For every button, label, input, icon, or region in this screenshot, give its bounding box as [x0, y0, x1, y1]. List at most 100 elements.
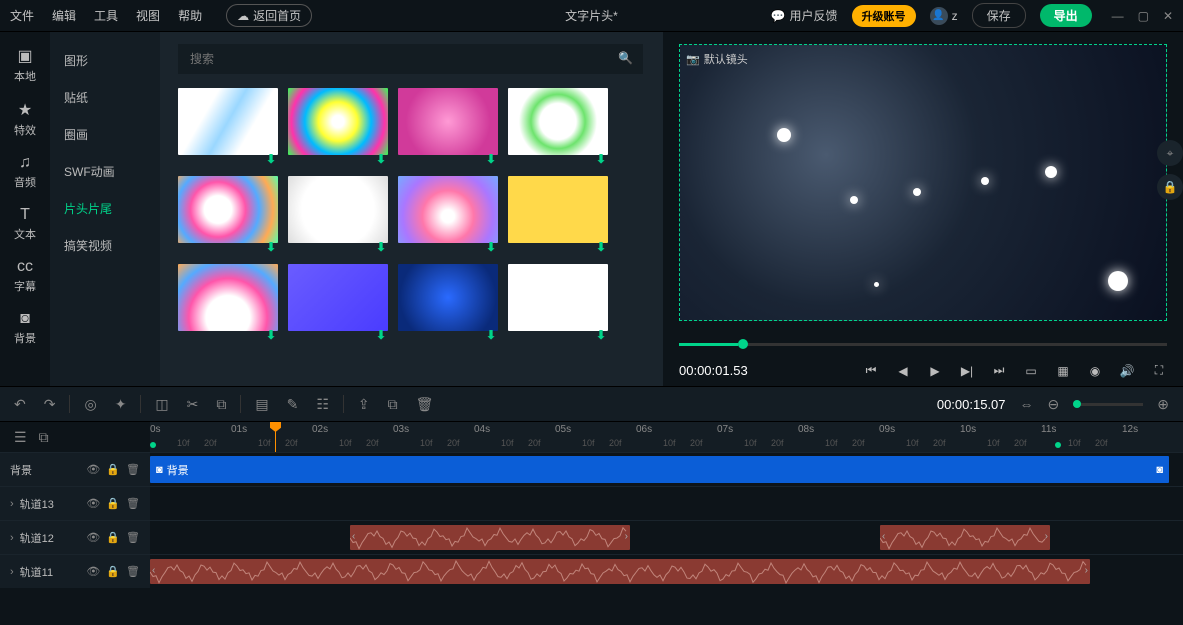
layers-icon[interactable]: ☷ — [316, 396, 329, 413]
asset-thumb[interactable]: ⬇ — [178, 264, 278, 342]
time-ruler[interactable]: 0s10f20f01s10f20f02s10f20f03s10f20f04s10… — [150, 422, 1183, 452]
download-icon[interactable]: ⬇ — [596, 152, 606, 166]
undo-icon[interactable]: ↶ — [14, 396, 26, 413]
lock-icon[interactable]: 🔒 — [106, 463, 120, 476]
trash-icon[interactable]: 🗑 — [126, 531, 140, 544]
next-frame-icon[interactable]: ⏭ — [991, 363, 1007, 378]
home-button[interactable]: ☁ 返回首页 — [226, 4, 312, 27]
visibility-icon[interactable]: 👁 — [86, 463, 100, 476]
preview-canvas[interactable]: 📷 默认镜头 — [679, 44, 1167, 321]
fullscreen-icon[interactable]: ⛶ — [1151, 363, 1167, 378]
track-label[interactable]: 背景👁🔒🗑 — [0, 453, 150, 486]
search-input[interactable] — [178, 44, 643, 74]
minimize-icon[interactable]: — — [1112, 9, 1124, 23]
asset-thumb[interactable]: ⬇ — [398, 264, 498, 342]
download-icon[interactable]: ⬇ — [486, 152, 496, 166]
feedback-link[interactable]: 💬 用户反馈 — [771, 7, 838, 24]
track-label[interactable]: ›轨道11👁🔒🗑 — [0, 555, 150, 588]
zoom-knob[interactable] — [1073, 400, 1081, 408]
audio-clip[interactable]: ‹› — [350, 525, 630, 550]
preview-scrubber[interactable] — [679, 335, 1167, 353]
visibility-icon[interactable]: 👁 — [86, 531, 100, 544]
menu-file[interactable]: 文件 — [10, 7, 34, 24]
select-icon[interactable]: ◫ — [155, 396, 168, 413]
range-start-marker[interactable] — [150, 442, 156, 448]
focus-icon[interactable]: ⌖ — [1157, 140, 1183, 166]
sidebar-item-4[interactable]: cc字幕 — [14, 258, 36, 294]
asset-thumb[interactable]: ⬇ — [288, 264, 388, 342]
download-icon[interactable]: ⬇ — [486, 240, 496, 254]
screen-icon[interactable]: ▭ — [1023, 364, 1039, 378]
range-end-marker[interactable] — [1055, 442, 1061, 448]
snapshot-icon[interactable]: ◉ — [1087, 364, 1103, 378]
visibility-icon[interactable]: 👁 — [86, 497, 100, 510]
track-label[interactable]: ›轨道13👁🔒🗑 — [0, 487, 150, 520]
download-icon[interactable]: ⬇ — [266, 328, 276, 342]
close-icon[interactable]: ✕ — [1163, 9, 1173, 23]
clip-handle-right-icon[interactable]: › — [1085, 565, 1088, 576]
asset-thumb[interactable]: ⬇ — [178, 176, 278, 254]
play-icon[interactable]: ▶ — [927, 364, 943, 378]
scrub-knob[interactable] — [738, 339, 748, 349]
sidebar-item-5[interactable]: ◙背景 — [14, 310, 36, 346]
upgrade-button[interactable]: 升级账号 — [852, 5, 916, 27]
thumb-scroll[interactable]: ⬇⬇⬇⬇⬇⬇⬇⬇⬇⬇⬇⬇ — [178, 88, 655, 342]
track-lane[interactable]: ‹› ‹› — [150, 521, 1183, 554]
clip-handle-right-icon[interactable]: › — [625, 531, 628, 542]
asset-thumb[interactable]: ⬇ — [398, 176, 498, 254]
target-icon[interactable]: ◎ — [84, 396, 96, 413]
user-menu[interactable]: 👤 z — [930, 7, 958, 25]
sidebar-item-1[interactable]: ★特效 — [14, 100, 36, 138]
crop-icon[interactable]: ✂ — [187, 396, 199, 413]
track-label[interactable]: ›轨道12👁🔒🗑 — [0, 521, 150, 554]
export-button[interactable]: 导出 — [1040, 4, 1092, 27]
image-icon[interactable]: ▤ — [255, 396, 268, 413]
asset-thumb[interactable]: ⬇ — [178, 88, 278, 166]
grid-icon[interactable]: ▦ — [1055, 364, 1071, 378]
category-item-0[interactable]: 图形 — [50, 42, 160, 79]
asset-thumb[interactable]: ⬇ — [508, 88, 608, 166]
lock-icon[interactable]: 🔒 — [106, 565, 120, 578]
download-icon[interactable]: ⬇ — [266, 240, 276, 254]
download-icon[interactable]: ⬇ — [596, 240, 606, 254]
zoom-in-icon[interactable]: ⊕ — [1157, 396, 1169, 413]
locate-icon[interactable]: ✦ — [115, 396, 127, 413]
download-icon[interactable]: ⬇ — [376, 328, 386, 342]
track-lane[interactable]: ◙背景◙ — [150, 453, 1183, 486]
category-item-1[interactable]: 贴纸 — [50, 79, 160, 116]
audio-clip[interactable]: ‹› — [880, 525, 1050, 550]
lock-icon[interactable]: 🔒 — [106, 531, 120, 544]
menu-view[interactable]: 视图 — [136, 7, 160, 24]
visibility-icon[interactable]: 👁 — [86, 565, 100, 578]
track-lane[interactable] — [150, 487, 1183, 520]
link-icon[interactable]: ⧉ — [39, 429, 49, 446]
step-fwd-icon[interactable]: ▶| — [959, 364, 975, 378]
maximize-icon[interactable]: ▢ — [1138, 9, 1149, 23]
sidebar-item-2[interactable]: ♫音频 — [14, 154, 36, 190]
expand-icon[interactable]: › — [10, 498, 14, 510]
tracklist-icon[interactable]: ☰ — [14, 429, 27, 446]
zoom-slider[interactable] — [1073, 403, 1143, 406]
clip-handle-right-icon[interactable]: › — [1045, 531, 1048, 542]
redo-icon[interactable]: ↷ — [44, 396, 56, 413]
download-icon[interactable]: ⬇ — [266, 152, 276, 166]
lock-icon[interactable]: 🔒 — [1157, 174, 1183, 200]
trash-icon[interactable]: 🗑 — [126, 463, 140, 476]
menu-edit[interactable]: 编辑 — [52, 7, 76, 24]
delete-icon[interactable]: 🗑 — [416, 396, 434, 413]
expand-icon[interactable]: › — [10, 566, 14, 578]
split-icon[interactable]: ⧉ — [216, 396, 226, 413]
download-icon[interactable]: ⬇ — [376, 240, 386, 254]
menu-tools[interactable]: 工具 — [94, 7, 118, 24]
fit-icon[interactable]: ⇔ — [1020, 396, 1034, 412]
asset-thumb[interactable]: ⬇ — [508, 264, 608, 342]
category-item-2[interactable]: 圈画 — [50, 116, 160, 153]
save-button[interactable]: 保存 — [972, 3, 1026, 28]
search-icon[interactable]: 🔍 — [618, 51, 633, 65]
asset-thumb[interactable]: ⬇ — [508, 176, 608, 254]
copy-icon[interactable]: ⧉ — [388, 396, 398, 413]
asset-thumb[interactable]: ⬇ — [398, 88, 498, 166]
menu-help[interactable]: 帮助 — [178, 7, 202, 24]
asset-thumb[interactable]: ⬇ — [288, 88, 388, 166]
trash-icon[interactable]: 🗑 — [126, 565, 140, 578]
